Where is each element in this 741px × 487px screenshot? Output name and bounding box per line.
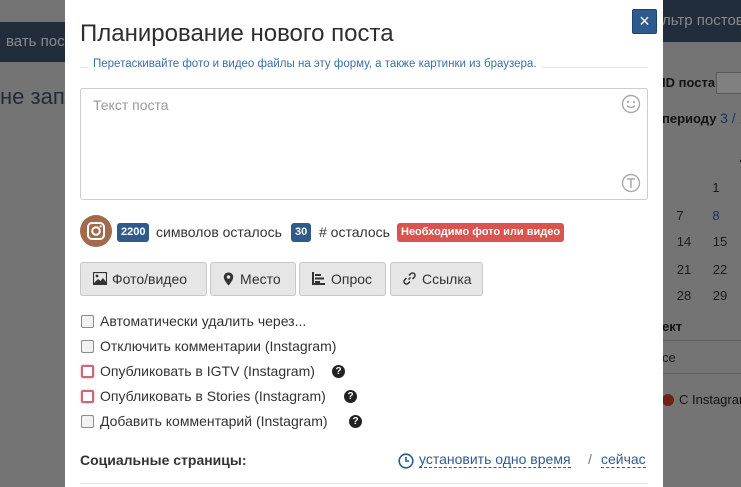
post-counters: 2200 символов осталось 30 # осталось Нео… <box>80 215 650 247</box>
auto-delete-checkbox[interactable] <box>81 315 94 328</box>
question-icon[interactable]: ? <box>349 415 362 428</box>
close-button[interactable]: × <box>632 9 657 34</box>
time-separator: / <box>588 451 592 467</box>
question-icon[interactable]: ? <box>332 365 345 378</box>
text-format-icon[interactable] <box>621 173 641 193</box>
place-label: Место <box>240 271 281 287</box>
poll-icon <box>312 272 325 285</box>
add-comment-option[interactable]: Добавить комментарий (Instagram) ? <box>81 412 371 432</box>
instagram-icon <box>87 222 105 240</box>
footer-divider <box>80 483 648 484</box>
poll-button[interactable]: Опрос <box>299 262 386 296</box>
hashtags-left-badge: 30 <box>291 223 312 242</box>
publish-stories-option[interactable]: Опубликовать в Stories (Instagram) ? <box>81 387 371 407</box>
auto-delete-label: Автоматически удалить через... <box>100 313 307 329</box>
add-comment-checkbox[interactable] <box>81 415 94 428</box>
question-icon[interactable]: ? <box>344 390 357 403</box>
link-label: Ссылка <box>422 271 472 287</box>
drop-hint: Перетаскивайте фото и видео файлы на эту… <box>80 58 648 76</box>
map-marker-icon <box>223 272 234 286</box>
instagram-account-avatar[interactable] <box>80 215 112 247</box>
now-link[interactable]: сейчас <box>601 451 646 468</box>
poll-label: Опрос <box>331 271 373 287</box>
publish-igtv-option[interactable]: Опубликовать в IGTV (Instagram) ? <box>81 362 371 382</box>
clock-icon <box>398 453 414 469</box>
post-text-area[interactable]: Текст поста <box>80 88 648 200</box>
disable-comments-option[interactable]: Отключить комментарии (Instagram) <box>81 337 371 357</box>
link-icon <box>403 272 416 285</box>
chars-left-badge: 2200 <box>117 223 150 242</box>
post-text-placeholder: Текст поста <box>93 97 169 113</box>
hashtags-left-text: # осталось <box>319 224 390 240</box>
new-post-modal: Планирование нового поста × Перетаскивай… <box>65 0 663 487</box>
image-icon <box>93 272 107 285</box>
disable-comments-label: Отключить комментарии (Instagram) <box>100 338 337 354</box>
set-one-time-link[interactable]: установить одно время <box>419 451 571 468</box>
disable-comments-checkbox[interactable] <box>81 340 94 353</box>
publish-stories-checkbox[interactable] <box>81 390 94 403</box>
drop-hint-text: Перетаскивайте фото и видео файлы на эту… <box>88 58 542 70</box>
place-button[interactable]: Место <box>210 262 296 296</box>
emoji-icon[interactable] <box>621 94 641 114</box>
modal-title: Планирование нового поста <box>80 20 394 47</box>
add-comment-label: Добавить комментарий (Instagram) <box>100 413 328 429</box>
publish-igtv-checkbox[interactable] <box>81 365 94 378</box>
link-button[interactable]: Ссылка <box>390 262 483 296</box>
publish-stories-label: Опубликовать в Stories (Instagram) <box>100 388 326 404</box>
social-pages-label: Социальные страницы: <box>80 452 247 468</box>
chars-left-text: символов осталось <box>156 224 282 240</box>
media-required-badge: Необходимо фото или видео <box>397 223 565 242</box>
photo-video-label: Фото/видео <box>112 271 188 287</box>
publish-igtv-label: Опубликовать в IGTV (Instagram) <box>100 363 315 379</box>
auto-delete-option[interactable]: Автоматически удалить через... <box>81 312 341 332</box>
photo-video-button[interactable]: Фото/видео <box>80 262 207 296</box>
